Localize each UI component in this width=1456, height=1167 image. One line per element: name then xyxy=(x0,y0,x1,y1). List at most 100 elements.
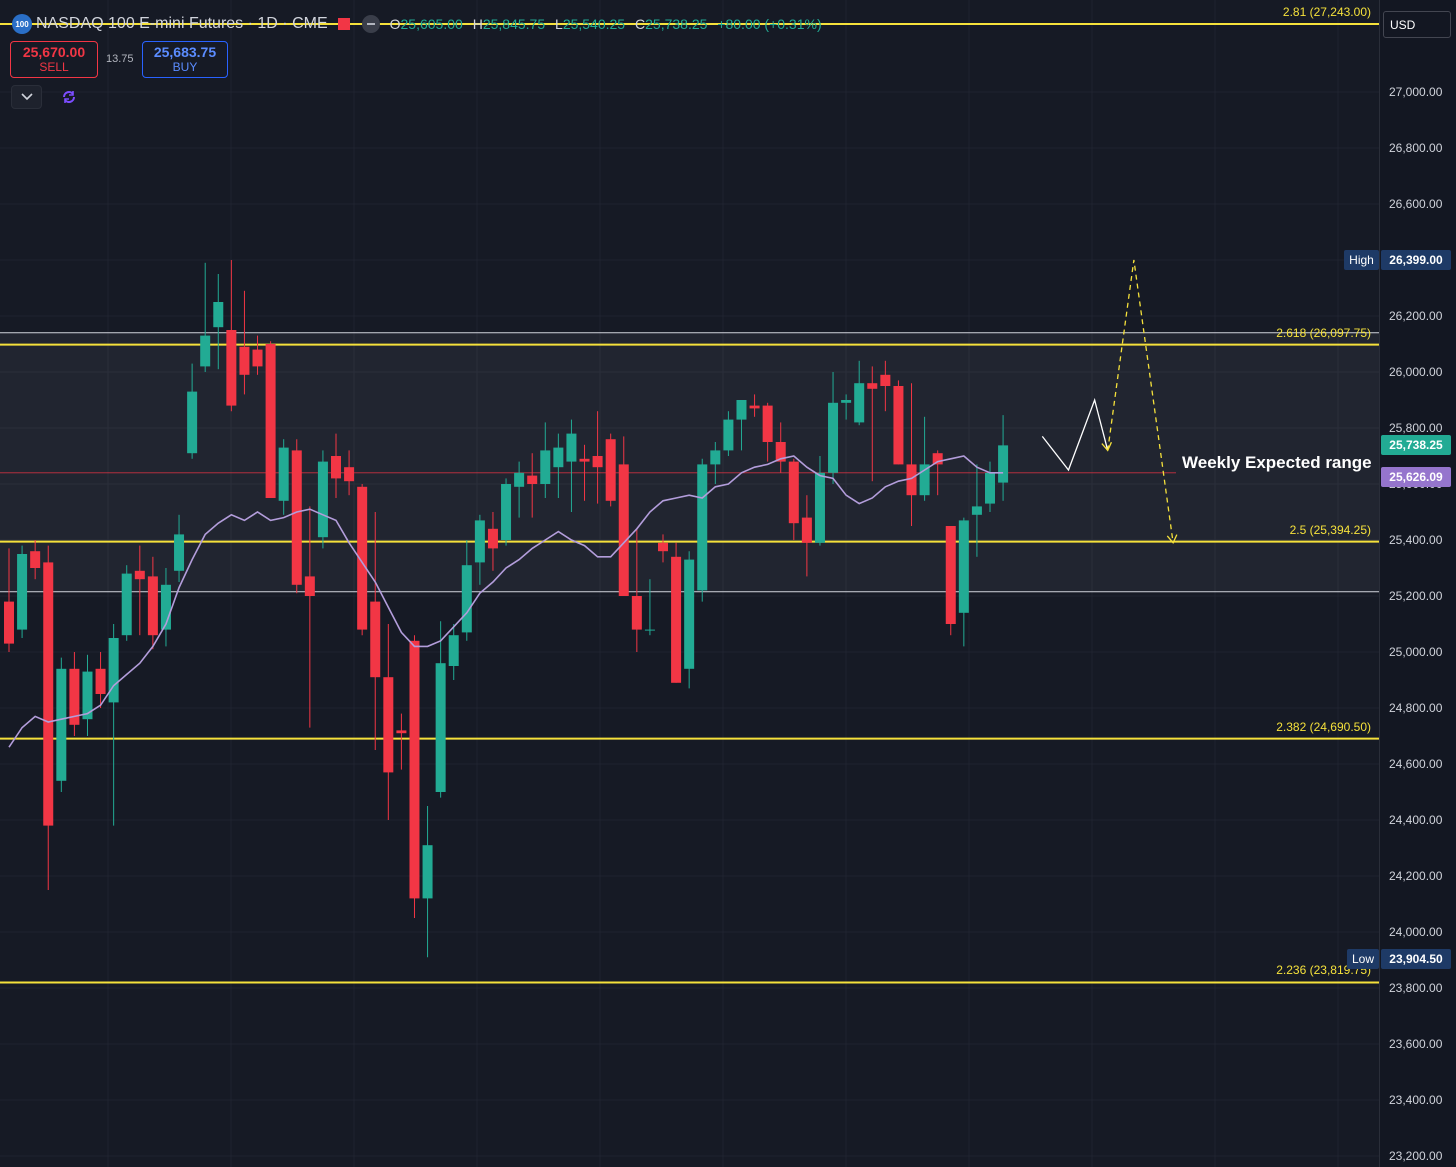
price-tick-label: 24,600.00 xyxy=(1389,757,1443,771)
candle-body xyxy=(553,447,564,468)
candle-body xyxy=(880,374,891,386)
candle-body xyxy=(723,419,734,451)
candle-body xyxy=(566,433,577,462)
candle-body xyxy=(344,467,355,482)
candle-body xyxy=(605,439,616,501)
ma-price-tag: 25,626.09 xyxy=(1381,466,1451,487)
chevron-down-icon xyxy=(20,93,33,101)
candle-body xyxy=(501,484,512,540)
candle-body xyxy=(43,562,54,826)
candle-body xyxy=(998,445,1009,483)
candle-body xyxy=(134,570,145,580)
candle-body xyxy=(893,386,904,465)
price-tick-label: 25,200.00 xyxy=(1389,589,1443,603)
candle-body xyxy=(4,601,14,644)
symbol-badge-icon: 100 xyxy=(12,14,32,34)
last-price-tag: 25,738.25 xyxy=(1381,435,1451,456)
candle-body xyxy=(239,346,250,375)
candle-body xyxy=(409,640,420,899)
candle-body xyxy=(958,520,969,613)
candle-body xyxy=(579,458,590,462)
fib-level-label: 2.618 (26,097.75) xyxy=(1276,325,1371,340)
candle-body xyxy=(226,330,237,406)
price-tick-label: 24,800.00 xyxy=(1389,701,1443,715)
low-label: Low xyxy=(1347,948,1379,969)
candle-body xyxy=(671,556,682,683)
collapse-legend-button[interactable] xyxy=(11,85,42,109)
sell-button[interactable]: 25,670.00 SELL xyxy=(10,41,98,78)
candle-body xyxy=(383,677,394,773)
high-price-tag: 26,399.00 xyxy=(1381,250,1451,271)
candle-body xyxy=(762,405,773,442)
candle-body xyxy=(252,349,263,367)
price-chart[interactable] xyxy=(0,0,1456,1167)
price-tick-label: 26,800.00 xyxy=(1389,141,1443,155)
flag-icon[interactable] xyxy=(337,18,350,30)
price-tick-label: 26,600.00 xyxy=(1389,197,1443,211)
candle-body xyxy=(697,464,708,591)
price-tick-label: 26,200.00 xyxy=(1389,309,1443,323)
fib-level-label: 2.5 (25,394.25) xyxy=(1289,522,1371,537)
candle-body xyxy=(527,475,538,484)
candle-body xyxy=(331,456,341,479)
candle-body xyxy=(592,456,603,468)
candle-body xyxy=(200,335,211,367)
candle-body xyxy=(658,542,668,552)
candle-body xyxy=(174,534,185,571)
candle-body xyxy=(487,528,498,549)
candle-body xyxy=(317,461,328,538)
candle-body xyxy=(801,517,812,543)
candle-body xyxy=(514,472,525,487)
candle-body xyxy=(684,559,695,669)
market-status-icon[interactable] xyxy=(361,15,380,33)
candle-body xyxy=(17,554,28,630)
candle-body xyxy=(618,464,629,596)
price-tick-label: 24,200.00 xyxy=(1389,869,1443,883)
candle-body xyxy=(474,520,485,563)
candle-body xyxy=(265,344,276,498)
candle-body xyxy=(854,383,865,423)
candle-body xyxy=(749,405,760,409)
candle-body xyxy=(278,447,289,501)
candle-body xyxy=(213,302,224,328)
sync-icon[interactable] xyxy=(60,88,78,106)
weekly-expected-range-label: Weekly Expected range xyxy=(1182,453,1372,472)
candle-body xyxy=(448,635,459,666)
spread-value: 13.75 xyxy=(106,53,134,65)
candle-body xyxy=(30,551,41,568)
candle-body xyxy=(304,576,315,596)
candle-body xyxy=(291,450,302,585)
candle-body xyxy=(710,450,721,465)
candle-body xyxy=(788,461,799,524)
candle-body xyxy=(814,472,825,543)
ohlc-values: O25,605.00 H25,845.75 L25,540.25 C25,738… xyxy=(389,16,822,32)
candle-body xyxy=(435,663,446,792)
candle-body xyxy=(971,506,982,515)
candle-body xyxy=(147,576,158,636)
candle-body xyxy=(422,845,433,899)
candle-body xyxy=(461,565,472,633)
candle-body xyxy=(841,400,852,403)
price-tick-label: 23,200.00 xyxy=(1389,1149,1443,1163)
candle-body xyxy=(370,601,381,678)
price-tick-label: 25,400.00 xyxy=(1389,533,1443,547)
price-tick-label: 24,000.00 xyxy=(1389,925,1443,939)
candle-body xyxy=(187,391,198,454)
currency-selector[interactable]: USD xyxy=(1383,11,1451,38)
candle-body xyxy=(644,629,655,631)
candle-body xyxy=(108,638,119,703)
fib-level-label: 2.382 (24,690.50) xyxy=(1276,719,1371,734)
chart-app[interactable]: 27,000.0026,800.0026,600.0026,400.0026,2… xyxy=(0,0,1456,1167)
fib-level-label: 2.81 (27,243.00) xyxy=(1282,4,1371,19)
chart-title[interactable]: NASDAQ 100 E-mini Futures · 1D · CME xyxy=(36,15,328,33)
candle-body xyxy=(736,400,747,420)
price-tick-label: 27,000.00 xyxy=(1389,85,1443,99)
price-tick-label: 25,000.00 xyxy=(1389,645,1443,659)
candle-body xyxy=(932,453,943,465)
buy-button[interactable]: 25,683.75 BUY xyxy=(142,41,228,78)
price-tick-label: 25,800.00 xyxy=(1389,421,1443,435)
candle-body xyxy=(396,730,407,734)
price-tick-label: 23,800.00 xyxy=(1389,981,1443,995)
candle-body xyxy=(828,402,839,473)
candle-body xyxy=(867,383,878,389)
